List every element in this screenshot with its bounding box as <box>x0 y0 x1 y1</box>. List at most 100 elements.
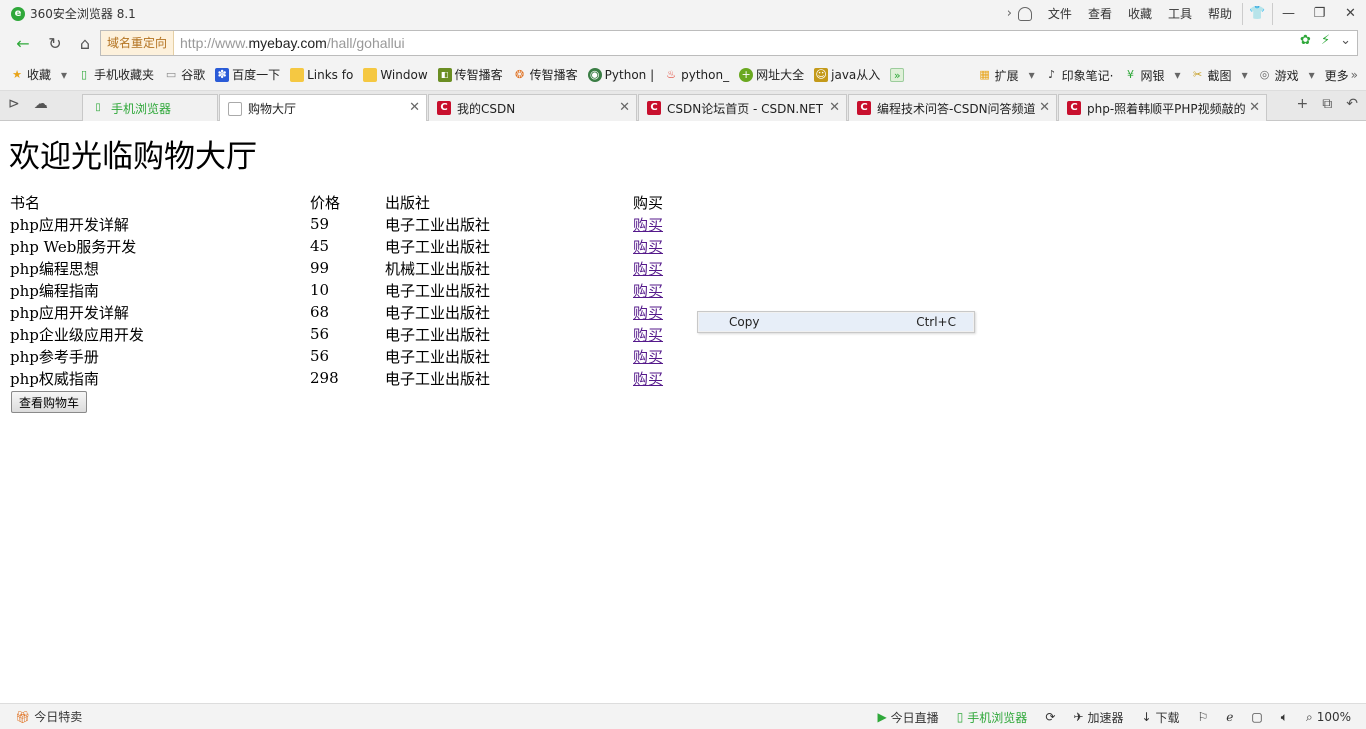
book-price: 45 <box>310 237 330 255</box>
more-button[interactable]: 更多» <box>1325 67 1358 84</box>
bookmark-itcast-2[interactable]: ❂ 传智播客 <box>513 66 578 83</box>
flag-icon[interactable]: ⚐ <box>1198 710 1209 724</box>
url-prefix: http://www. <box>180 35 249 51</box>
live-button[interactable]: ▶ 今日直播 <box>877 709 938 726</box>
bookmark-baidu[interactable]: ✽ 百度一下 <box>215 66 280 83</box>
menu-view[interactable]: 查看 <box>1088 5 1112 22</box>
magnifier-icon: ⌕ <box>1305 709 1313 724</box>
buy-link[interactable]: 购买 <box>633 216 663 234</box>
tab-list-icon[interactable]: ⧉ <box>1322 96 1332 112</box>
book-name: php权威指南 <box>10 369 99 388</box>
cloud-icon[interactable]: ☁ <box>34 96 48 112</box>
menu-file[interactable]: 文件 <box>1048 5 1072 22</box>
phone-icon: ▯ <box>956 710 964 724</box>
buy-link[interactable]: 购买 <box>633 370 663 388</box>
redirect-badge[interactable]: 域名重定向 <box>101 31 175 55</box>
bookmark-favorites[interactable]: ★ 收藏 ▾ <box>10 66 67 83</box>
user-icon[interactable] <box>1017 6 1032 21</box>
header-publisher: 出版社 <box>385 193 431 212</box>
book-name: php Web服务开发 <box>10 237 137 256</box>
fire-icon: ♨ <box>666 67 677 81</box>
context-menu-copy[interactable]: Copy Ctrl+C <box>699 313 973 331</box>
new-tab-icon[interactable]: + <box>1297 96 1309 112</box>
back-arrow-icon[interactable]: ← <box>10 31 36 55</box>
itcast-icon: ◧ <box>437 67 452 82</box>
buy-link[interactable]: 购买 <box>633 282 663 300</box>
chevron-down-icon[interactable]: ▾ <box>61 68 67 82</box>
buy-link[interactable]: 购买 <box>633 304 663 322</box>
bookmark-mobile[interactable]: ▯ 手机收藏夹 <box>77 66 154 83</box>
phone-icon: ▯ <box>81 67 88 81</box>
book-price: 10 <box>310 281 330 299</box>
undo-close-icon[interactable]: ↶ <box>1346 96 1358 112</box>
home-icon[interactable]: ⌂ <box>72 31 98 55</box>
minimize-button[interactable]: — <box>1273 3 1304 25</box>
table-row: php编程指南 10 电子工业出版社 购买 <box>8 279 671 301</box>
url-text: http://www.myebay.com/hall/gohallui <box>180 35 405 51</box>
evernote-button[interactable]: ♪ 印象笔记· <box>1045 67 1113 84</box>
chevron-down-icon[interactable]: ▾ <box>1175 68 1181 82</box>
ie-icon[interactable]: ℯ <box>1226 710 1233 724</box>
window-icon[interactable]: ▢ <box>1251 710 1262 724</box>
bookmark-itcast-1[interactable]: ◧ 传智播客 <box>437 66 503 83</box>
buy-link[interactable]: 购买 <box>633 348 663 366</box>
chevron-down-icon[interactable]: ▾ <box>1309 68 1315 82</box>
buy-link[interactable]: 购买 <box>633 260 663 278</box>
buy-link[interactable]: 购买 <box>633 238 663 256</box>
book-price: 298 <box>310 369 339 387</box>
refresh-icon[interactable]: ↻ <box>42 31 68 55</box>
chevron-right-icon[interactable]: › <box>1007 6 1012 21</box>
sidebar-toggle-icon[interactable]: ⊳ <box>8 96 20 112</box>
close-icon[interactable]: ✕ <box>829 100 840 115</box>
screenshot-button[interactable]: ✂ 截图 ▾ <box>1191 67 1248 84</box>
accelerator-button[interactable]: ✈ 加速器 <box>1073 709 1123 726</box>
bookmark-window-folder[interactable]: Window <box>363 67 428 82</box>
speed-mode-icon[interactable]: ⚡ <box>1321 33 1330 48</box>
chevron-down-icon[interactable]: ▾ <box>1242 68 1248 82</box>
menu-tools[interactable]: 工具 <box>1168 5 1192 22</box>
scissors-icon: ✂ <box>1192 68 1203 81</box>
volume-icon[interactable]: 🔈︎ <box>1281 710 1288 725</box>
menu-help[interactable]: 帮助 <box>1208 5 1232 22</box>
online-banking-button[interactable]: ¥ 网银 ▾ <box>1124 67 1181 84</box>
tab-shopping-hall[interactable]: 购物大厅 ✕ <box>219 94 427 122</box>
daily-deals-button[interactable]: 🎁︎ 今日特卖 <box>15 708 82 725</box>
download-button[interactable]: ↓ 下载 <box>1141 709 1179 726</box>
bookmark-google[interactable]: ▭ 谷歌 <box>164 66 205 83</box>
close-icon[interactable]: ✕ <box>1039 100 1050 115</box>
view-cart-button[interactable]: 查看购物车 <box>11 391 88 413</box>
tab-csdn-forum[interactable]: C CSDN论坛首页 - CSDN.NET ✕ <box>638 94 847 121</box>
chevron-down-icon[interactable]: ▾ <box>1029 68 1035 82</box>
maximize-button[interactable]: ❐ <box>1304 3 1335 25</box>
tab-mobile-browser[interactable]: ▯ 手机浏览器 <box>82 94 218 121</box>
security-icon[interactable]: ✿ <box>1300 33 1311 48</box>
table-row: php参考手册 56 电子工业出版社 购买 <box>8 345 671 367</box>
close-icon[interactable]: ✕ <box>409 100 420 115</box>
bookmark-site-directory[interactable]: + 网址大全 <box>739 66 804 83</box>
close-button[interactable]: ✕ <box>1335 3 1366 25</box>
close-icon[interactable]: ✕ <box>619 100 630 115</box>
close-icon[interactable]: ✕ <box>1249 100 1260 115</box>
menu-favorites[interactable]: 收藏 <box>1128 5 1152 22</box>
extensions-button[interactable]: ▦ 扩展 ▾ <box>978 67 1035 84</box>
buy-link[interactable]: 购买 <box>633 326 663 344</box>
skin-icon[interactable]: 👕 <box>1242 2 1273 25</box>
bookmark-python-2[interactable]: ♨ python_ <box>664 68 729 82</box>
window-title: 360安全浏览器 8.1 <box>30 7 136 21</box>
bookmark-python[interactable]: ◉ Python | <box>587 67 654 82</box>
tab-csdn-qa[interactable]: C 编程技术问答-CSDN问答频道 ✕ <box>848 94 1057 121</box>
tab-php-question[interactable]: C php-照着韩顺平PHP视频敲的 ✕ <box>1058 94 1267 121</box>
title-bar: e 360安全浏览器 8.1 › 文件 查看 收藏 工具 帮助 👕 — ❐ ✕ <box>0 0 1366 27</box>
csdn-icon: C <box>1067 101 1081 115</box>
bookmark-links-folder[interactable]: Links fo <box>290 67 353 82</box>
chevron-down-icon[interactable]: ⌄ <box>1340 33 1351 48</box>
mobile-browser-button[interactable]: ▯ 手机浏览器 <box>957 709 1028 726</box>
zoom-control[interactable]: ⌕ 100% <box>1306 710 1351 725</box>
tab-my-csdn[interactable]: C 我的CSDN ✕ <box>428 94 637 121</box>
url-input[interactable]: 域名重定向 http://www.myebay.com/hall/gohallu… <box>100 30 1358 56</box>
games-button[interactable]: ◎ 游戏 ▾ <box>1258 67 1315 84</box>
more-bookmarks-button[interactable]: » <box>890 67 907 82</box>
bookmarks-bar: ★ 收藏 ▾ ▯ 手机收藏夹 ▭ 谷歌 ✽ 百度一下 Links fo Window ◧ 传… <box>0 59 1366 91</box>
clean-icon[interactable]: ⟳ <box>1045 710 1055 724</box>
bookmark-java[interactable]: ☺ java从入 <box>814 66 880 83</box>
